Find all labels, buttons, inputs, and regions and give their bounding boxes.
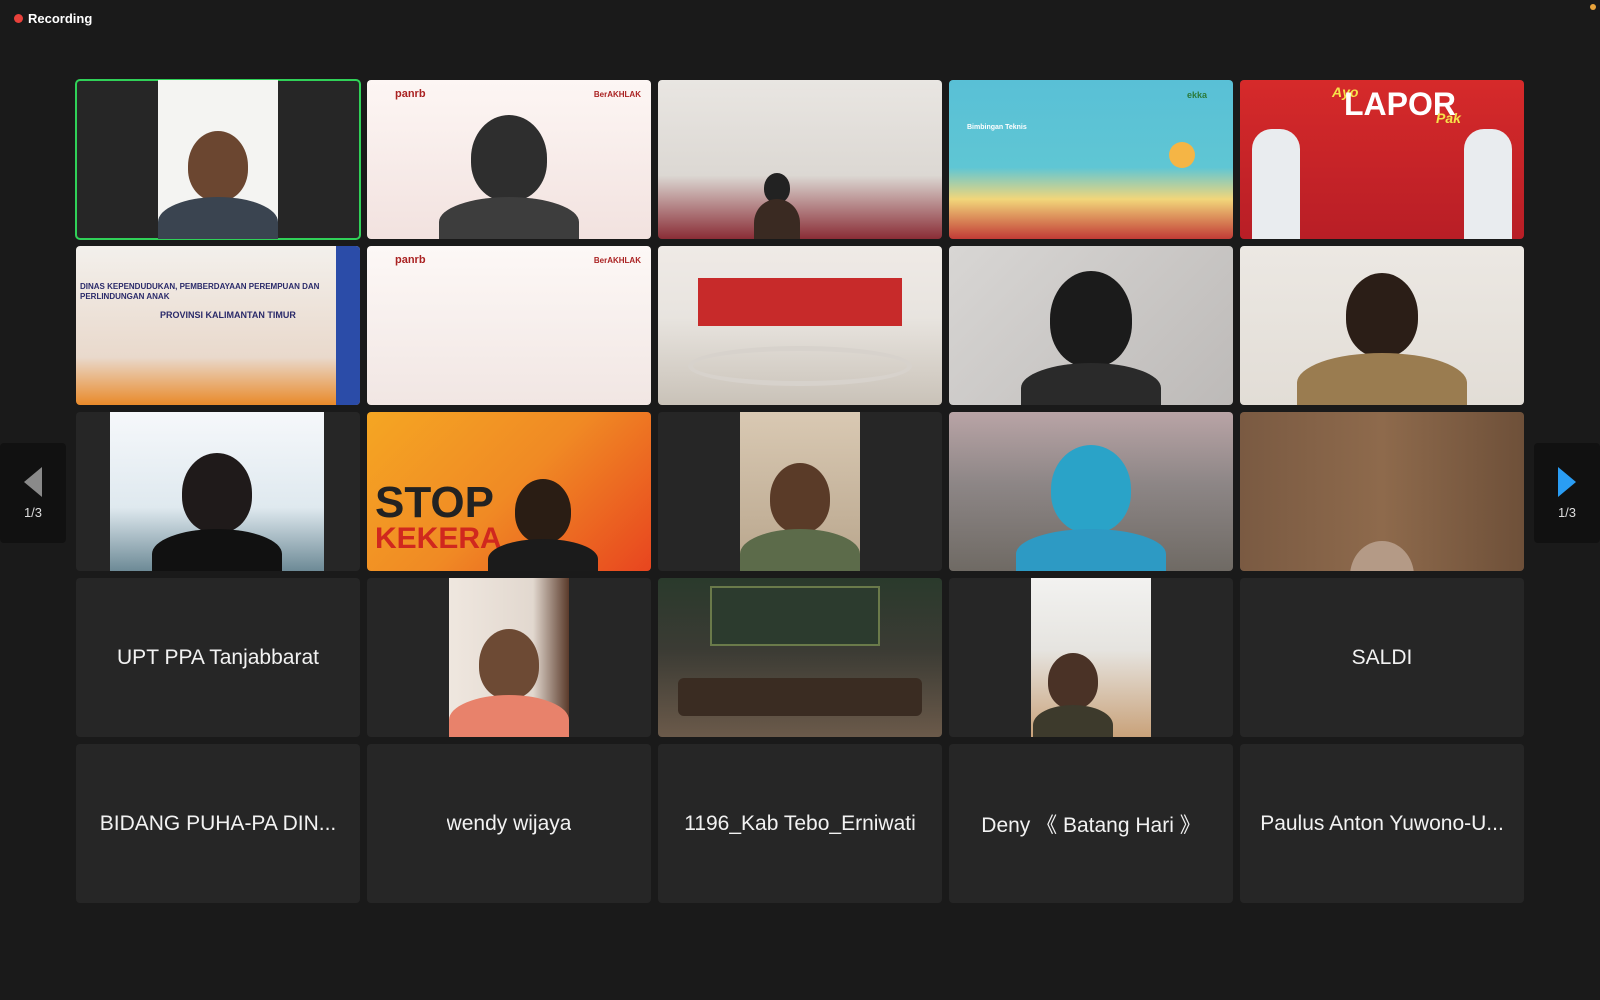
banner-small-text: Bimbingan Teknis	[967, 124, 1027, 131]
participant-video	[740, 412, 860, 571]
participant-silhouette	[158, 131, 278, 239]
official-figure-left	[1252, 129, 1300, 239]
participant-silhouette	[740, 463, 860, 571]
status-dot-icon	[1590, 4, 1596, 10]
participant-tile[interactable]	[76, 412, 360, 571]
participant-video	[1031, 578, 1151, 737]
decor-stripe	[336, 246, 360, 405]
participant-silhouette	[1297, 273, 1467, 405]
banner-line-1: STOP	[375, 478, 495, 527]
wall-banner	[710, 586, 880, 646]
gallery-grid: panrb BerAKHLAK Bimbingan Teknis ekka Ay…	[75, 79, 1524, 903]
brand-logo: ekka	[1186, 90, 1207, 100]
previous-page-button[interactable]: 1/3	[0, 443, 66, 543]
page-indicator-left: 1/3	[23, 504, 43, 520]
participant-tile[interactable]	[1240, 412, 1524, 571]
participant-video: Ayo LAPOR Pak	[1240, 80, 1524, 239]
participant-tile[interactable]	[949, 246, 1233, 405]
participant-video	[658, 80, 942, 239]
participant-tile[interactable]: DINAS KEPENDUDUKAN, PEMBERDAYAAN PEREMPU…	[76, 246, 360, 405]
participant-name-tile[interactable]: BIDANG PUHA-PA DIN...	[76, 744, 360, 903]
participant-silhouette	[1016, 445, 1166, 571]
recording-indicator[interactable]: Recording	[14, 11, 92, 26]
participant-video	[949, 246, 1233, 405]
participant-silhouette	[488, 479, 599, 571]
participant-tile[interactable]	[949, 578, 1233, 737]
recording-dot-icon	[14, 14, 23, 23]
participant-video	[658, 246, 942, 405]
participant-name-tile[interactable]: Paulus Anton Yuwono-U...	[1240, 744, 1524, 903]
participant-tile[interactable]: STOP KEKERA	[367, 412, 651, 571]
participant-video: DINAS KEPENDUDUKAN, PEMBERDAYAAN PEREMPU…	[76, 246, 360, 405]
participant-name-tile[interactable]: SALDI	[1240, 578, 1524, 737]
official-figure-right	[1464, 129, 1512, 239]
chevron-right-icon	[1558, 466, 1576, 497]
next-page-button[interactable]: 1/3	[1534, 443, 1600, 543]
conference-table	[688, 346, 912, 386]
participant-name: Paulus Anton Yuwono-U...	[1260, 811, 1504, 835]
participant-tile[interactable]	[1240, 246, 1524, 405]
participant-name: UPT PPA Tanjabbarat	[117, 645, 319, 669]
banner-line-1: DINAS KEPENDUDUKAN, PEMBERDAYAAN PEREMPU…	[80, 282, 320, 302]
recording-label: Recording	[28, 11, 93, 26]
banner-suffix-text: Pak	[1436, 110, 1461, 126]
participant-silhouette	[1350, 541, 1414, 571]
participant-tile[interactable]: Bimbingan Teknis ekka	[949, 80, 1233, 239]
participant-name: Deny 《 Batang Hari 》	[981, 813, 1201, 837]
participant-tile[interactable]	[949, 412, 1233, 571]
participant-tile[interactable]	[658, 412, 942, 571]
participant-tile[interactable]	[658, 578, 942, 737]
participant-silhouette	[1033, 653, 1113, 737]
panrb-logo: panrb	[395, 88, 426, 100]
sun-icon	[1169, 142, 1195, 168]
participant-tile[interactable]	[658, 246, 942, 405]
participant-video: panrb BerAKHLAK	[367, 246, 651, 405]
participant-name-tile[interactable]: UPT PPA Tanjabbarat	[76, 578, 360, 737]
participant-video: Bimbingan Teknis ekka	[949, 80, 1233, 239]
participant-video	[1240, 246, 1524, 405]
berakhlak-logo: BerAKHLAK	[593, 90, 641, 99]
banner-line-2: PROVINSI KALIMANTAN TIMUR	[160, 310, 296, 320]
meeting-table	[678, 678, 922, 716]
participant-tile[interactable]	[658, 80, 942, 239]
banner-line-2: KEKERA	[375, 522, 502, 555]
participant-video	[158, 80, 278, 239]
participant-name-tile[interactable]: wendy wijaya	[367, 744, 651, 903]
participant-name-tile[interactable]: Deny 《 Batang Hari 》	[949, 744, 1233, 903]
participant-video	[949, 412, 1233, 571]
page-indicator-right: 1/3	[1557, 504, 1577, 520]
participant-silhouette	[449, 629, 569, 737]
participant-video: STOP KEKERA	[367, 412, 651, 571]
participant-name-tile[interactable]: 1196_Kab Tebo_Erniwati	[658, 744, 942, 903]
participant-video: panrb BerAKHLAK	[367, 80, 651, 239]
participant-silhouette	[1021, 271, 1161, 405]
participant-name: BIDANG PUHA-PA DIN...	[99, 811, 337, 835]
participant-name: 1196_Kab Tebo_Erniwati	[684, 811, 916, 835]
participant-video	[110, 412, 324, 571]
participant-tile-active-speaker[interactable]	[75, 79, 361, 240]
participant-name: SALDI	[1351, 645, 1413, 669]
participant-video	[1240, 412, 1524, 571]
panrb-logo: panrb	[395, 254, 426, 266]
participant-name: wendy wijaya	[446, 811, 572, 835]
participant-tile[interactable]: panrb BerAKHLAK	[367, 80, 651, 239]
participant-silhouette	[439, 115, 579, 239]
participant-tile[interactable]: Ayo LAPOR Pak	[1240, 80, 1524, 239]
participant-tile[interactable]: panrb BerAKHLAK	[367, 246, 651, 405]
participant-silhouette	[152, 453, 282, 571]
participant-video	[449, 578, 569, 737]
participant-tile[interactable]	[367, 578, 651, 737]
chevron-left-icon	[24, 466, 42, 497]
participant-video	[658, 578, 942, 737]
participant-silhouette	[754, 173, 801, 239]
berakhlak-logo: BerAKHLAK	[593, 256, 641, 265]
meeting-banner	[698, 278, 902, 326]
